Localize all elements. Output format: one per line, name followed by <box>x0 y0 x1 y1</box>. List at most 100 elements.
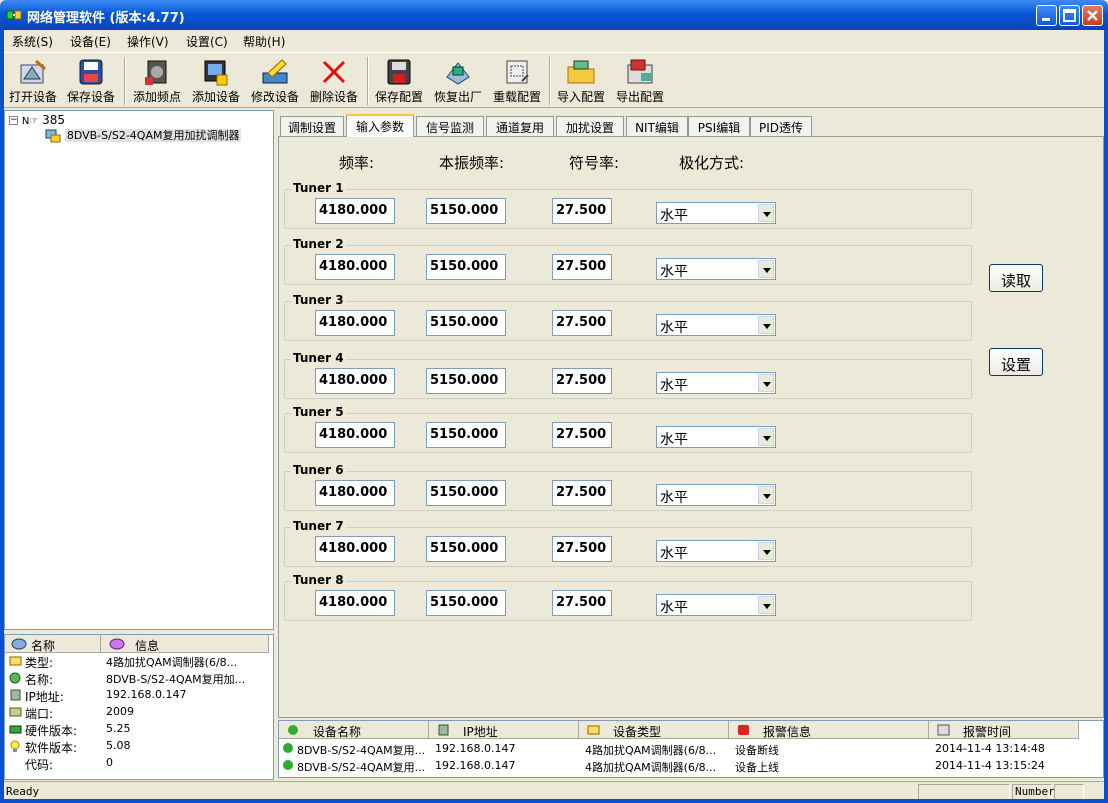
polarization-select[interactable]: 水平 <box>656 594 776 616</box>
alarm-header-msg[interactable]: 报警信息 <box>729 721 929 739</box>
alarm-header-type[interactable]: 设备类型 <box>579 721 729 739</box>
tab-nit-edit[interactable]: NIT编辑 <box>626 116 688 136</box>
add-device-button[interactable]: 添加设备 <box>187 55 245 107</box>
tab-input-params[interactable]: 输入参数 <box>346 114 414 137</box>
menu-help[interactable]: 帮助(H) <box>243 33 285 50</box>
tree-root-node[interactable]: − N☞ 385 <box>9 113 65 127</box>
prop-name: 代码: <box>25 758 54 772</box>
tab-channel-mux[interactable]: 通道复用 <box>486 116 554 136</box>
tab-modulation[interactable]: 调制设置 <box>280 116 344 136</box>
edit-device-button[interactable]: 修改设备 <box>246 55 304 107</box>
close-button[interactable] <box>1082 5 1103 26</box>
chevron-down-icon[interactable] <box>758 374 774 392</box>
menu-operation[interactable]: 操作(V) <box>127 33 169 50</box>
save-config-button[interactable]: 保存配置 <box>370 55 428 107</box>
chevron-down-icon[interactable] <box>758 428 774 446</box>
chevron-down-icon[interactable] <box>758 542 774 560</box>
name-column-icon <box>11 638 27 650</box>
add-device-icon <box>204 60 228 86</box>
minimize-button[interactable] <box>1036 5 1057 26</box>
tab-psi-edit[interactable]: PSI编辑 <box>688 116 750 136</box>
tab-scramble[interactable]: 加扰设置 <box>556 116 624 136</box>
menu-system[interactable]: 系统(S) <box>12 33 53 50</box>
delete-device-button[interactable]: 删除设备 <box>305 55 363 107</box>
add-frequency-button[interactable]: 添加频点 <box>128 55 186 107</box>
prop-header-info[interactable]: 信息 <box>101 635 269 653</box>
read-button[interactable]: 读取 <box>989 264 1043 292</box>
polarization-select[interactable]: 水平 <box>656 372 776 394</box>
alarm-row[interactable]: 8DVB-S/S2-4QAM复用... 192.168.0.147 4路加扰QA… <box>279 740 1103 757</box>
symrate-input[interactable]: 27.500 <box>552 590 612 616</box>
import-config-icon <box>567 60 595 84</box>
tab-signal-monitor[interactable]: 信号监测 <box>416 116 484 136</box>
open-device-label: 打开设备 <box>8 90 57 104</box>
save-device-button[interactable]: 保存设备 <box>62 55 120 107</box>
lo-freq-input[interactable]: 5150.000 <box>426 310 506 336</box>
polarization-select[interactable]: 水平 <box>656 426 776 448</box>
freq-input[interactable]: 4180.000 <box>315 536 395 562</box>
set-button[interactable]: 设置 <box>989 348 1043 376</box>
polarization-select[interactable]: 水平 <box>656 540 776 562</box>
chevron-down-icon[interactable] <box>758 316 774 334</box>
symrate-input[interactable]: 27.500 <box>552 368 612 394</box>
reload-config-label: 重载配置 <box>492 90 541 104</box>
chevron-down-icon[interactable] <box>758 486 774 504</box>
alarm-header-time[interactable]: 报警时间 <box>929 721 1079 739</box>
prop-row: 代码: 0 <box>5 755 273 772</box>
tuner-group: Tuner 5 4180.000 5150.000 27.500 水平 <box>284 405 972 453</box>
device-tree[interactable]: − N☞ 385 8DVB-S/S2-4QAM复用加扰调制器 <box>4 110 274 630</box>
freq-input[interactable]: 4180.000 <box>315 480 395 506</box>
menu-settings[interactable]: 设置(C) <box>186 33 228 50</box>
lo-freq-input[interactable]: 5150.000 <box>426 536 506 562</box>
freq-input[interactable]: 4180.000 <box>315 590 395 616</box>
factory-reset-label: 恢复出厂 <box>433 90 482 104</box>
freq-input[interactable]: 4180.000 <box>315 198 395 224</box>
add-device-label: 添加设备 <box>191 90 240 104</box>
symrate-input[interactable]: 27.500 <box>552 480 612 506</box>
alarm-header-name[interactable]: 设备名称 <box>279 721 429 739</box>
prop-value: 2009 <box>106 705 134 718</box>
chevron-down-icon[interactable] <box>758 260 774 278</box>
toolbar-separator <box>367 57 369 105</box>
alarm-row[interactable]: 8DVB-S/S2-4QAM复用... 192.168.0.147 4路加扰QA… <box>279 757 1103 774</box>
polarization-select[interactable]: 水平 <box>656 314 776 336</box>
freq-input[interactable]: 4180.000 <box>315 310 395 336</box>
reload-config-button[interactable]: 重载配置 <box>488 55 546 107</box>
symrate-input[interactable]: 27.500 <box>552 198 612 224</box>
prop-header-name[interactable]: 名称 <box>5 635 101 653</box>
symrate-input[interactable]: 27.500 <box>552 536 612 562</box>
prop-name: IP地址: <box>25 690 64 704</box>
lo-freq-input[interactable]: 5150.000 <box>426 480 506 506</box>
collapse-icon[interactable]: − <box>9 116 18 125</box>
alarm-cell-ip: 192.168.0.147 <box>435 742 516 755</box>
freq-input[interactable]: 4180.000 <box>315 422 395 448</box>
freq-input[interactable]: 4180.000 <box>315 254 395 280</box>
save-config-icon <box>387 59 411 85</box>
lo-freq-input[interactable]: 5150.000 <box>426 198 506 224</box>
network-app-icon <box>6 10 22 20</box>
open-device-button[interactable]: 打开设备 <box>4 55 62 107</box>
freq-input[interactable]: 4180.000 <box>315 368 395 394</box>
alarm-header-ip[interactable]: IP地址 <box>429 721 579 739</box>
menu-device[interactable]: 设备(E) <box>70 33 111 50</box>
chevron-down-icon[interactable] <box>758 596 774 614</box>
factory-reset-button[interactable]: 恢复出厂 <box>429 55 487 107</box>
lo-freq-input[interactable]: 5150.000 <box>426 368 506 394</box>
prop-row: 软件版本: 5.08 <box>5 738 273 755</box>
maximize-button[interactable] <box>1059 5 1080 26</box>
symrate-input[interactable]: 27.500 <box>552 254 612 280</box>
maximize-icon <box>1063 9 1076 22</box>
lo-freq-input[interactable]: 5150.000 <box>426 254 506 280</box>
symrate-input[interactable]: 27.500 <box>552 422 612 448</box>
symrate-input[interactable]: 27.500 <box>552 310 612 336</box>
tab-pid-passthrough[interactable]: PID透传 <box>750 116 812 136</box>
polarization-select[interactable]: 水平 <box>656 202 776 224</box>
polarization-select[interactable]: 水平 <box>656 484 776 506</box>
lo-freq-input[interactable]: 5150.000 <box>426 590 506 616</box>
polarization-select[interactable]: 水平 <box>656 258 776 280</box>
tree-device-node[interactable]: 8DVB-S/S2-4QAM复用加扰调制器 <box>45 127 242 143</box>
lo-freq-input[interactable]: 5150.000 <box>426 422 506 448</box>
import-config-button[interactable]: 导入配置 <box>552 55 610 107</box>
chevron-down-icon[interactable] <box>758 204 774 222</box>
export-config-button[interactable]: 导出配置 <box>611 55 669 107</box>
